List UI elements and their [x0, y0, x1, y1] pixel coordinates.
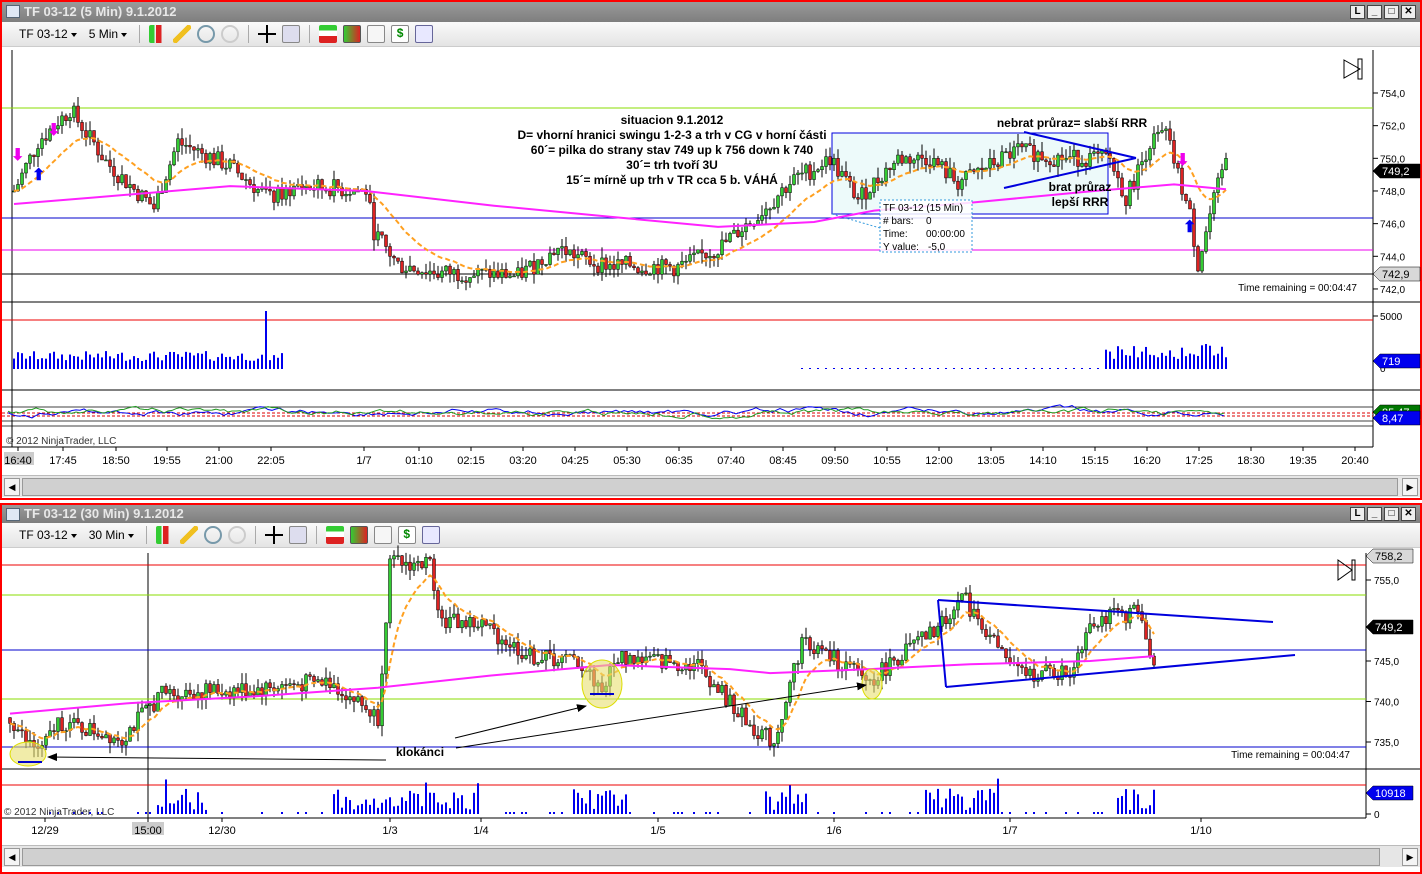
separator: [254, 526, 256, 544]
separator: [139, 25, 141, 43]
strategies-icon[interactable]: [319, 25, 338, 43]
chart-style-icon[interactable]: [155, 526, 174, 544]
interval-label: 5 Min: [88, 27, 119, 41]
top-chart-window: [0, 0, 1422, 500]
interval-dropdown[interactable]: 30 Min: [86, 528, 137, 542]
pencil-draw-icon[interactable]: [179, 526, 198, 544]
minimize-button[interactable]: _: [1367, 507, 1382, 521]
maximize-button[interactable]: □: [1384, 507, 1399, 521]
indicators-icon[interactable]: [349, 526, 368, 544]
scroll-left-button[interactable]: ◀: [4, 478, 20, 496]
top-window-titlebar[interactable]: TF 03-12 (5 Min) 9.1.2012 L _ □ ✕: [2, 2, 1420, 22]
separator: [145, 526, 147, 544]
scroll-left-button[interactable]: ◀: [4, 848, 20, 866]
zoom-in-icon[interactable]: [197, 25, 216, 43]
top-toolbar: TF 03-12 5 Min $: [2, 22, 1420, 47]
chart-properties-icon[interactable]: [367, 25, 386, 43]
data-box-icon[interactable]: [421, 526, 440, 544]
top-horizontal-scrollbar[interactable]: ◀ ▶: [2, 475, 1420, 497]
scroll-right-button[interactable]: ▶: [1402, 478, 1418, 496]
interval-label: 30 Min: [88, 528, 125, 542]
separator: [248, 25, 250, 43]
scroll-thumb[interactable]: [22, 848, 1380, 866]
interval-dropdown[interactable]: 5 Min: [86, 27, 130, 41]
crosshair-icon[interactable]: [264, 526, 283, 544]
bottom-horizontal-scrollbar[interactable]: ◀ ▶: [2, 845, 1420, 867]
data-box-icon[interactable]: [415, 25, 434, 43]
instrument-label: TF 03-12: [19, 528, 68, 542]
dollar-icon[interactable]: $: [391, 25, 410, 43]
restore-icon[interactable]: L: [1350, 507, 1365, 521]
top-window-title: TF 03-12 (5 Min) 9.1.2012: [24, 4, 177, 19]
bottom-toolbar: TF 03-12 30 Min $: [2, 523, 1420, 548]
bottom-window-title: TF 03-12 (30 Min) 9.1.2012: [24, 506, 184, 521]
minimize-button[interactable]: _: [1367, 5, 1382, 19]
dollar-icon[interactable]: $: [397, 526, 416, 544]
chart-properties-icon[interactable]: [373, 526, 392, 544]
zoom-out-icon[interactable]: [221, 25, 240, 43]
separator: [315, 526, 317, 544]
scroll-thumb[interactable]: [22, 478, 1398, 496]
chart-style-icon[interactable]: [149, 25, 168, 43]
pencil-draw-icon[interactable]: [173, 25, 192, 43]
restore-icon[interactable]: L: [1350, 5, 1365, 19]
scroll-right-button[interactable]: ▶: [1402, 848, 1418, 866]
bottom-window-titlebar[interactable]: TF 03-12 (30 Min) 9.1.2012 L _ □ ✕: [2, 505, 1420, 523]
chart-app-icon: [6, 5, 20, 18]
instrument-label: TF 03-12: [19, 27, 68, 41]
close-button[interactable]: ✕: [1401, 5, 1416, 19]
zoom-out-icon[interactable]: [227, 526, 246, 544]
bottom-chart-window: [0, 503, 1422, 874]
crosshair-icon[interactable]: [258, 25, 277, 43]
separator: [309, 25, 311, 43]
close-button[interactable]: ✕: [1401, 507, 1416, 521]
magnifier-icon[interactable]: [282, 25, 301, 43]
chart-app-icon: [6, 508, 20, 521]
instrument-dropdown[interactable]: TF 03-12: [16, 27, 80, 41]
instrument-dropdown[interactable]: TF 03-12: [16, 528, 80, 542]
strategies-icon[interactable]: [325, 526, 344, 544]
maximize-button[interactable]: □: [1384, 5, 1399, 19]
indicators-icon[interactable]: [343, 25, 362, 43]
zoom-in-icon[interactable]: [203, 526, 222, 544]
magnifier-icon[interactable]: [288, 526, 307, 544]
